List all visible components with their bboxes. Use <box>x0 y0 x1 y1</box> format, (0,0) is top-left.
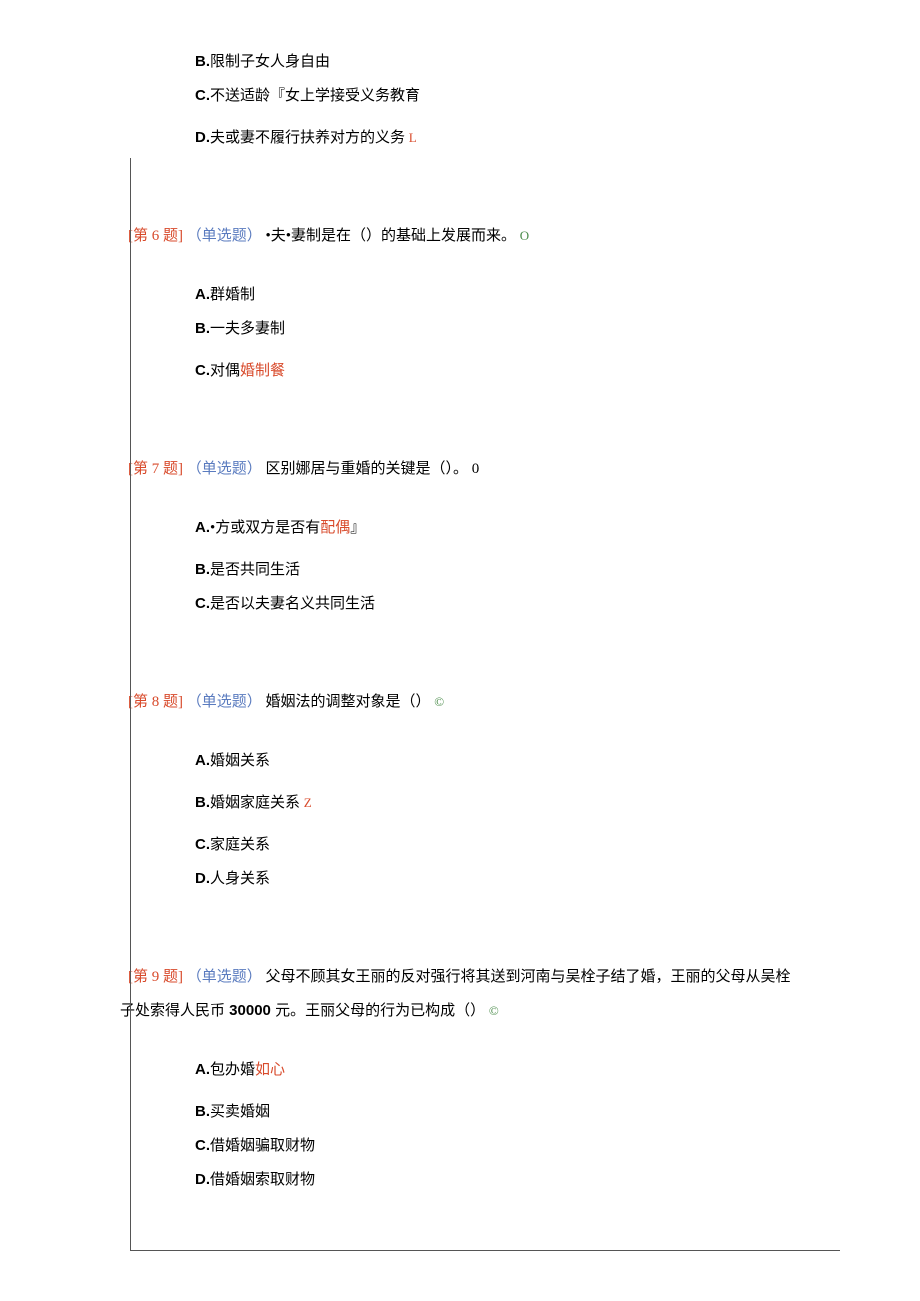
option-b: B.限制子女人身自由 <box>195 50 830 74</box>
question-type: （单选题） <box>187 969 262 985</box>
answer-mark: O <box>520 228 529 243</box>
option-c: C.借婚姻骗取财物 <box>195 1134 830 1158</box>
option-letter: C. <box>195 836 210 853</box>
question-stem: •夫•妻制是在（）的基础上发展而来。 <box>266 228 517 244</box>
bottom-rule <box>130 1250 840 1251</box>
option-letter: D. <box>195 129 210 146</box>
option-letter: A. <box>195 752 210 769</box>
option-text: 限制子女人身自由 <box>210 54 330 70</box>
question-stem-line1: 父母不顾其女王丽的反对强行将其送到河南与吴栓子结了婚，王丽的父母从吴栓 <box>266 969 791 985</box>
vertical-rule <box>130 158 131 1251</box>
document-page: B.限制子女人身自由 C.不送适龄『女上学接受义务教育 D.夫或妻不履行扶养对方… <box>0 0 920 1301</box>
option-b: B.婚姻家庭关系 Z <box>195 791 830 815</box>
option-text: 不送适龄『女上学接受义务教育 <box>210 88 420 104</box>
option-letter: B. <box>195 53 210 70</box>
option-text: 夫或妻不履行扶养对方的义务 <box>210 130 405 146</box>
option-text: 家庭关系 <box>210 837 270 853</box>
answer-mark: 0 <box>472 461 480 477</box>
option-c: C.对偶婚制餐 <box>195 359 830 383</box>
answer-mark: L <box>409 130 417 145</box>
question-number: [第 7 题] <box>128 461 183 477</box>
question-type: （单选题） <box>187 228 262 244</box>
option-b: B.是否共同生活 <box>195 558 830 582</box>
option-text: 是否以夫妻名义共同生活 <box>210 596 375 612</box>
option-text: 人身关系 <box>210 871 270 887</box>
question-stem: 婚姻法的调整对象是（） <box>266 694 431 710</box>
option-text: 包办婚 <box>210 1062 255 1078</box>
question-9: [第 9 题] （单选题） 父母不顾其女王丽的反对强行将其送到河南与吴栓子结了婚… <box>128 961 830 1028</box>
option-d: D.夫或妻不履行扶养对方的义务 L <box>195 126 830 150</box>
answer-mark: Z <box>304 795 312 810</box>
option-b: B.买卖婚姻 <box>195 1100 830 1124</box>
option-letter: D. <box>195 1171 210 1188</box>
option-text: 买卖婚姻 <box>210 1104 270 1120</box>
option-letter: C. <box>195 87 210 104</box>
question-7: [第 7 题] （单选题） 区别娜居与重婚的关键是（）。 0 <box>128 453 830 486</box>
option-c: C.家庭关系 <box>195 833 830 857</box>
option-c: C.是否以夫妻名义共同生活 <box>195 592 830 616</box>
option-text: 借婚姻骗取财物 <box>210 1138 315 1154</box>
option-text: •方或双方是否有 <box>210 520 320 536</box>
option-c: C.不送适龄『女上学接受义务教育 <box>195 84 830 108</box>
question-number: [第 9 题] <box>128 969 183 985</box>
option-letter: A. <box>195 519 210 536</box>
option-letter: B. <box>195 561 210 578</box>
option-text: 婚姻家庭关系 <box>210 795 300 811</box>
question-8: [第 8 题] （单选题） 婚姻法的调整对象是（） © <box>128 686 830 719</box>
option-letter: C. <box>195 1137 210 1154</box>
option-text: 是否共同生活 <box>210 562 300 578</box>
option-letter: C. <box>195 362 210 379</box>
question-6: [第 6 题] （单选题） •夫•妻制是在（）的基础上发展而来。 O <box>128 220 830 253</box>
option-letter: A. <box>195 1061 210 1078</box>
option-letter: B. <box>195 1103 210 1120</box>
option-a: A.包办婚如心 <box>195 1058 830 1082</box>
option-text-highlight: 配偶 <box>320 520 350 536</box>
question-type: （单选题） <box>187 461 262 477</box>
option-d: D.人身关系 <box>195 867 830 891</box>
option-text: 借婚姻索取财物 <box>210 1172 315 1188</box>
question-number: [第 6 题] <box>128 228 183 244</box>
option-text-highlight: 婚制餐 <box>240 363 285 379</box>
option-text-tail: 』 <box>350 520 365 536</box>
option-d: D.借婚姻索取财物 <box>195 1168 830 1192</box>
option-a: A.婚姻关系 <box>195 749 830 773</box>
question-stem-line2a: 子处索得人民币 <box>120 1003 225 1019</box>
option-text: 婚姻关系 <box>210 753 270 769</box>
option-a: A.•方或双方是否有配偶』 <box>195 516 830 540</box>
option-text: 一夫多妻制 <box>210 321 285 337</box>
option-letter: D. <box>195 870 210 887</box>
question-stem-bold: 30000 <box>225 1002 275 1019</box>
option-letter: C. <box>195 595 210 612</box>
answer-mark: © <box>434 694 444 709</box>
option-b: B.一夫多妻制 <box>195 317 830 341</box>
option-letter: B. <box>195 794 210 811</box>
option-letter: A. <box>195 286 210 303</box>
option-text: 对偶 <box>210 363 240 379</box>
option-text: 群婚制 <box>210 287 255 303</box>
option-a: A.群婚制 <box>195 283 830 307</box>
option-letter: B. <box>195 320 210 337</box>
question-number: [第 8 题] <box>128 694 183 710</box>
question-type: （单选题） <box>187 694 262 710</box>
option-text-highlight: 如心 <box>255 1062 285 1078</box>
answer-mark: © <box>489 1003 499 1018</box>
question-stem-line2b: 元。王丽父母的行为已构成（） <box>275 1003 485 1019</box>
question-stem: 区别娜居与重婚的关键是（）。 <box>266 461 469 477</box>
